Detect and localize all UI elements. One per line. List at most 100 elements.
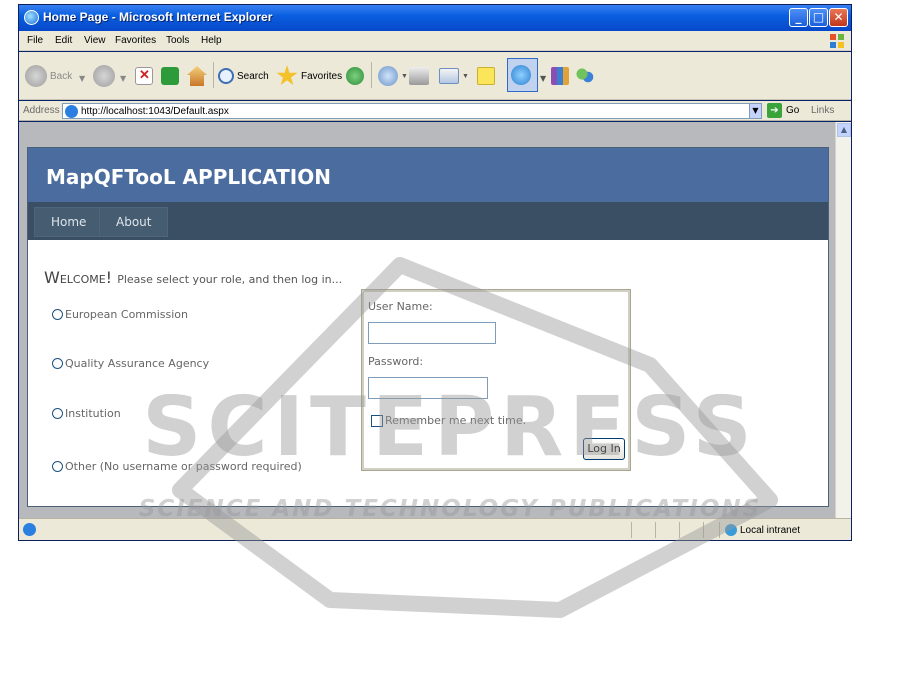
messenger-dropdown-icon[interactable]: ▼ — [540, 74, 546, 83]
login-panel: User Name: Password: Remember me next ti… — [361, 289, 631, 471]
zone-label: Local intranet — [740, 524, 801, 536]
favorites-star-icon — [276, 65, 298, 86]
status-divider — [631, 522, 632, 538]
refresh-icon — [161, 67, 179, 85]
status-divider — [655, 522, 656, 538]
mail-button[interactable]: ▼ — [378, 62, 408, 90]
page-container: MapQFTooL APPLICATION Home About Welcome… — [27, 147, 829, 507]
screenshot-stage: Home Page - Microsoft Internet Explorer … — [0, 0, 901, 692]
role-label: Institution — [65, 407, 121, 420]
page-icon — [65, 105, 78, 118]
go-button[interactable]: Go — [786, 105, 799, 116]
menu-file[interactable]: File — [27, 35, 43, 46]
forward-dropdown-icon[interactable]: ▼ — [120, 74, 126, 83]
browser-window: Home Page - Microsoft Internet Explorer … — [18, 4, 852, 541]
links-button[interactable]: Links — [811, 105, 834, 116]
role-european-commission[interactable]: European Commission — [52, 308, 188, 321]
toolbar: Back ▼ ▼ ✕ Search Favorites ▼ ▼ ▼ — [19, 52, 851, 100]
app-title: MapQFTooL APPLICATION — [46, 165, 331, 189]
username-input[interactable] — [368, 322, 496, 344]
role-quality-assurance-agency[interactable]: Quality Assurance Agency — [52, 357, 209, 370]
window-title: Home Page - Microsoft Internet Explorer — [43, 10, 273, 24]
role-institution[interactable]: Institution — [52, 407, 121, 420]
scroll-up-arrow-icon[interactable]: ▲ — [837, 123, 851, 137]
password-label: Password: — [368, 355, 424, 368]
page-viewport: MapQFTooL APPLICATION Home About Welcome… — [19, 122, 835, 518]
intranet-globe-icon — [725, 524, 737, 536]
messenger-icon — [511, 65, 531, 85]
status-bar: Local intranet — [19, 518, 851, 540]
nav-about[interactable]: About — [99, 207, 169, 237]
maximize-button[interactable]: □ — [809, 8, 828, 27]
login-button[interactable]: Log In — [583, 438, 625, 460]
forward-button[interactable] — [93, 62, 118, 90]
welcome-title: Welcome! — [44, 268, 113, 287]
security-zone: Local intranet — [725, 524, 800, 536]
notes-button[interactable] — [477, 62, 498, 90]
toolbar-separator — [371, 62, 372, 88]
welcome-instructions: Please select your role, and then log in… — [117, 273, 343, 286]
back-dropdown-icon[interactable]: ▼ — [79, 74, 85, 83]
address-input[interactable]: http://localhost:1043/Default.aspx — [62, 103, 762, 119]
address-dropdown-icon[interactable]: ▼ — [749, 103, 762, 119]
forward-arrow-icon — [93, 65, 115, 87]
people-icon — [575, 66, 595, 86]
windows-flag-icon — [830, 34, 844, 48]
remember-me-checkbox[interactable] — [371, 415, 383, 427]
menu-tools[interactable]: Tools — [166, 35, 189, 46]
search-button[interactable]: Search — [218, 62, 269, 90]
role-other[interactable]: Other (No username or password required) — [52, 460, 302, 473]
password-input[interactable] — [368, 377, 488, 399]
status-divider — [719, 522, 720, 538]
page-status-icon — [23, 523, 36, 536]
username-label: User Name: — [368, 300, 433, 313]
ie-icon — [24, 10, 39, 25]
radio-icon[interactable] — [52, 309, 63, 320]
close-button[interactable]: ✕ — [829, 8, 848, 27]
messenger-status-button[interactable] — [507, 58, 538, 92]
edit-icon — [439, 68, 459, 84]
search-icon — [218, 68, 234, 84]
menu-view[interactable]: View — [84, 35, 106, 46]
history-button[interactable] — [346, 62, 367, 90]
radio-icon[interactable] — [52, 408, 63, 419]
radio-icon[interactable] — [52, 461, 63, 472]
nav-home[interactable]: Home — [34, 207, 104, 237]
sticky-note-icon — [477, 67, 495, 85]
minimize-button[interactable]: _ — [789, 8, 808, 27]
home-icon — [187, 66, 207, 86]
home-button[interactable] — [187, 62, 210, 90]
address-url: http://localhost:1043/Default.aspx — [81, 106, 229, 117]
vertical-scrollbar[interactable]: ▲ — [835, 122, 851, 518]
address-label: Address — [23, 105, 60, 116]
role-label: European Commission — [65, 308, 189, 321]
refresh-button[interactable] — [161, 62, 182, 90]
menu-favorites[interactable]: Favorites — [115, 35, 156, 46]
address-bar: Address http://localhost:1043/Default.as… — [19, 101, 851, 121]
title-bar: Home Page - Microsoft Internet Explorer … — [19, 5, 851, 31]
status-divider — [703, 522, 704, 538]
mail-icon — [378, 66, 398, 86]
radio-icon[interactable] — [52, 358, 63, 369]
menu-bar: File Edit View Favorites Tools Help — [19, 31, 851, 51]
stop-icon: ✕ — [135, 67, 153, 85]
role-label: Quality Assurance Agency — [65, 357, 210, 370]
back-button[interactable]: Back — [25, 62, 72, 90]
back-arrow-icon — [25, 65, 47, 87]
menu-help[interactable]: Help — [201, 35, 222, 46]
go-arrow-icon[interactable]: ➔ — [767, 103, 782, 118]
role-label: Other (No username or password required) — [65, 460, 302, 473]
edit-button[interactable]: ▼ — [439, 62, 469, 90]
research-button[interactable] — [551, 62, 572, 90]
menu-edit[interactable]: Edit — [55, 35, 72, 46]
print-icon — [409, 67, 429, 85]
print-button[interactable] — [409, 62, 432, 90]
stop-button[interactable]: ✕ — [135, 62, 156, 90]
toolbar-separator — [213, 62, 214, 88]
welcome-heading: Welcome! Please select your role, and th… — [44, 268, 342, 287]
favorites-button[interactable]: Favorites — [276, 62, 342, 90]
site-nav: Home About — [28, 202, 828, 240]
status-divider — [679, 522, 680, 538]
remember-me-label: Remember me next time. — [385, 414, 527, 427]
contacts-button[interactable] — [575, 62, 598, 90]
